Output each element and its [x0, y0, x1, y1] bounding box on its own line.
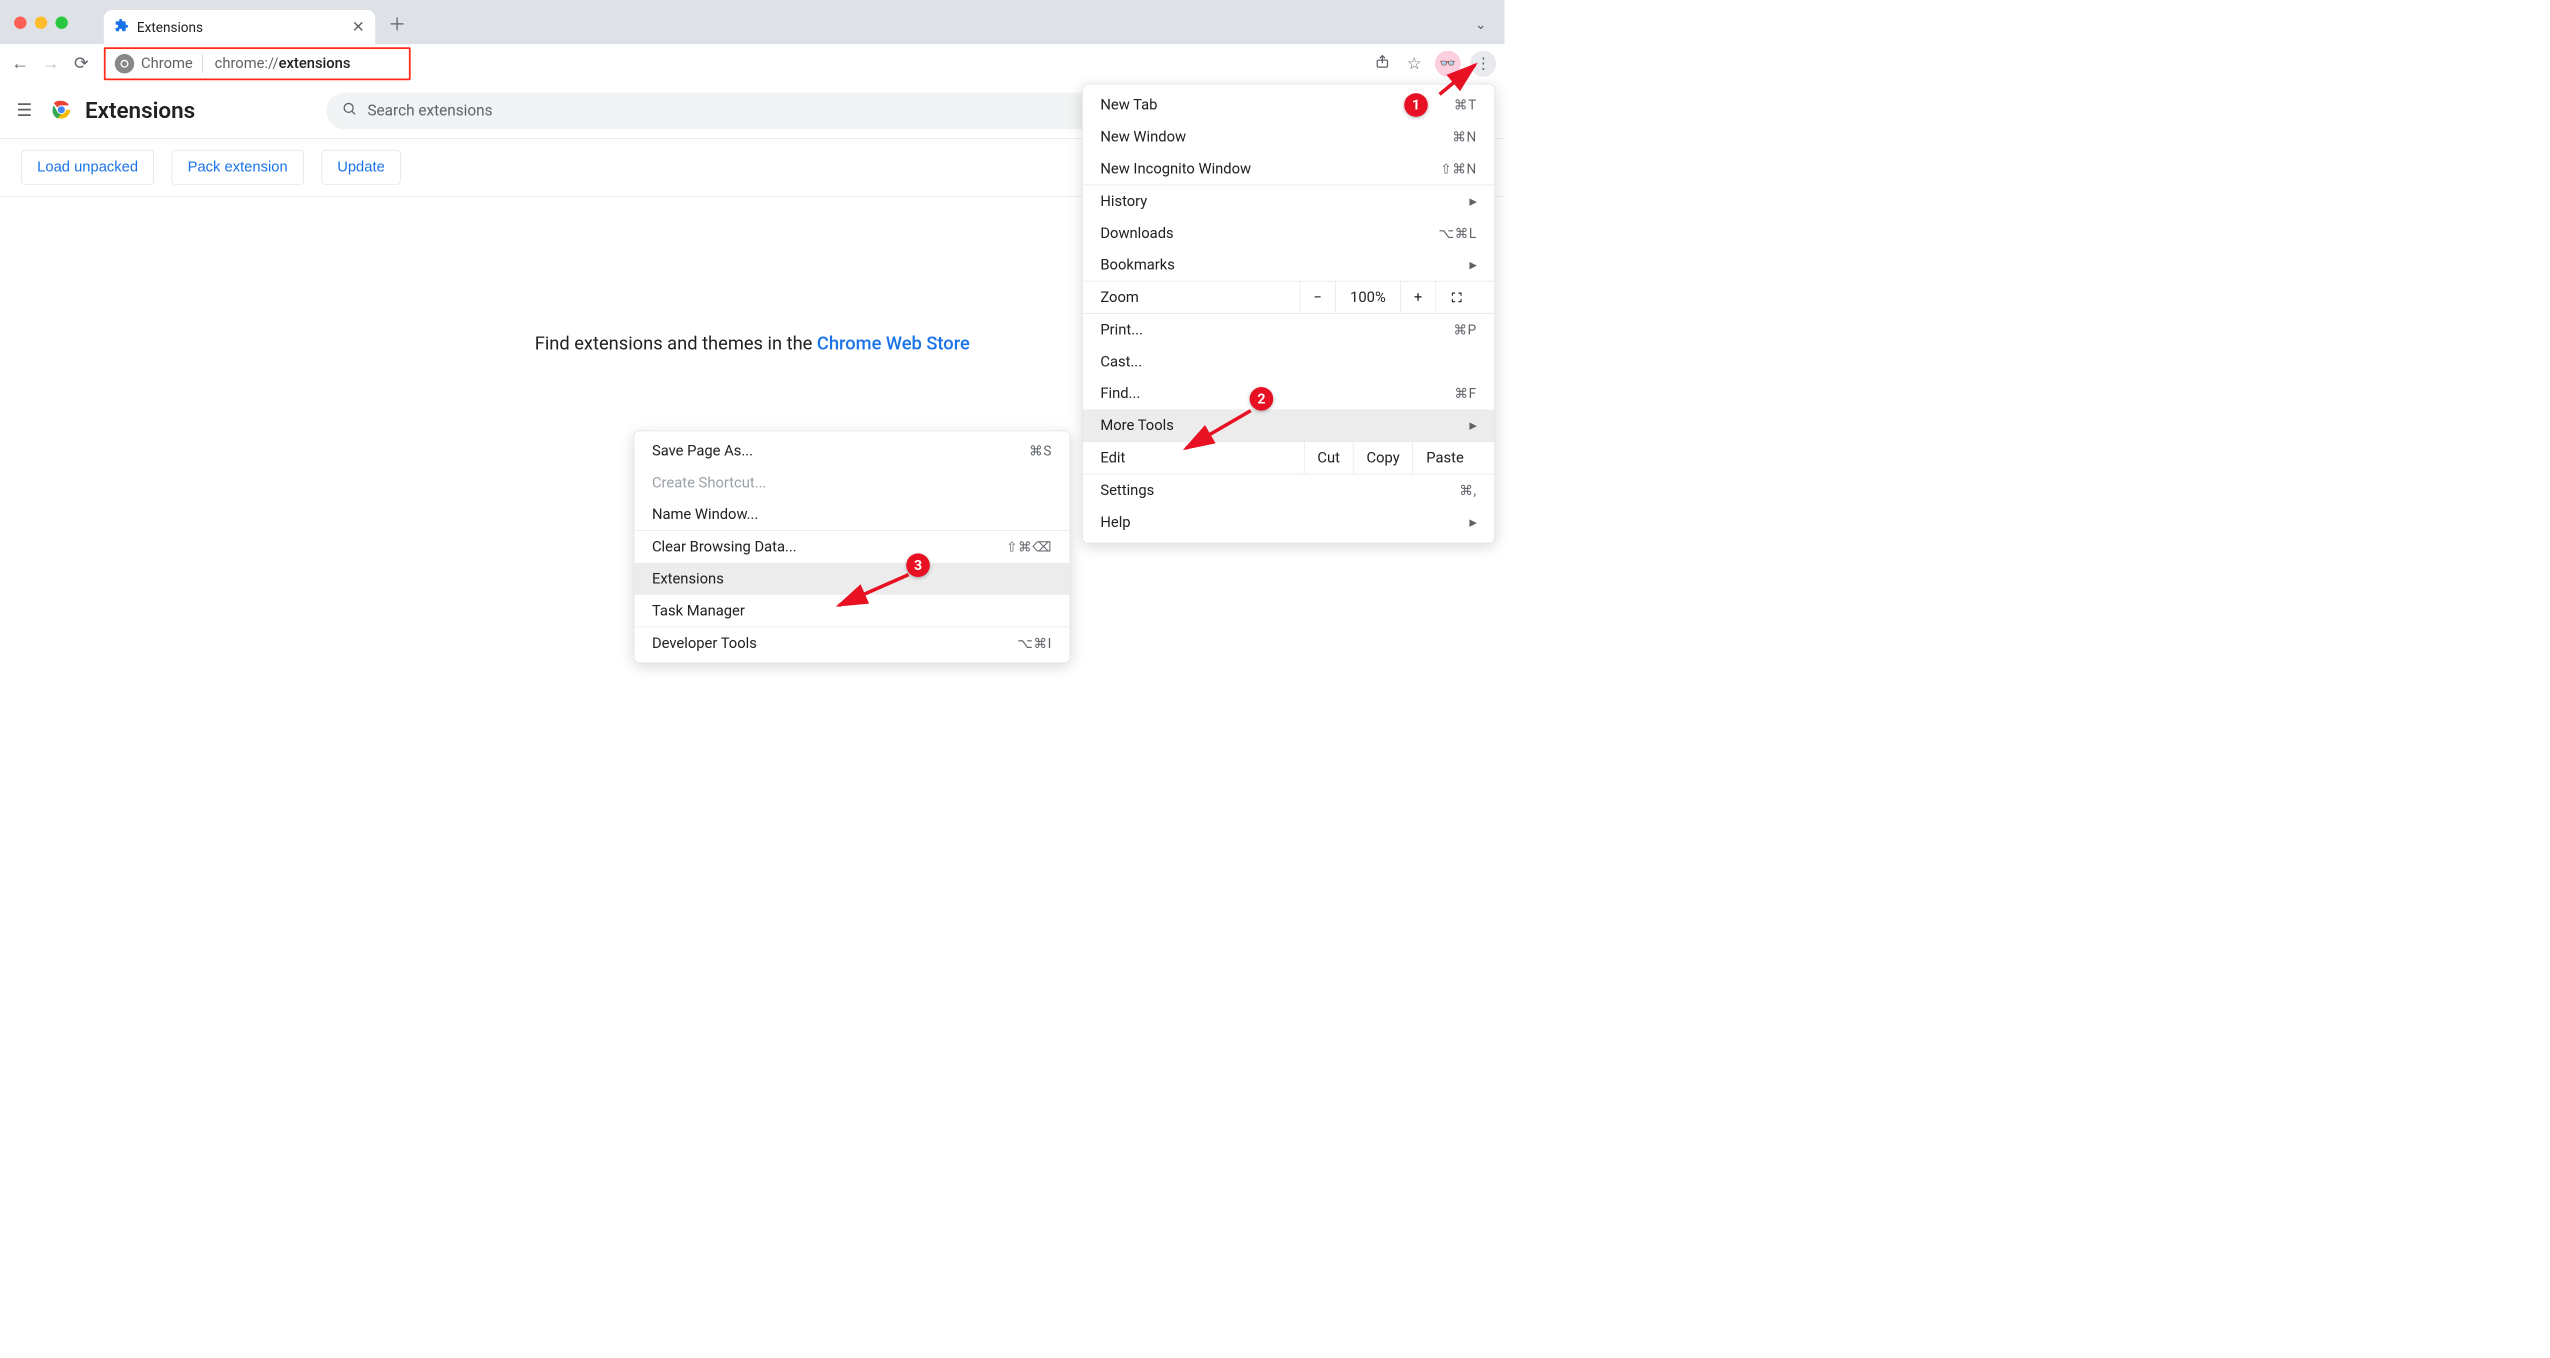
- window-close-button[interactable]: [14, 17, 26, 29]
- back-button[interactable]: ←: [8, 53, 32, 74]
- url-text: chrome://extensions: [215, 55, 351, 72]
- edit-cut[interactable]: Cut: [1304, 442, 1353, 474]
- chevron-right-icon: ▸: [1469, 513, 1476, 531]
- puzzle-piece-icon: [114, 18, 128, 36]
- menu-history[interactable]: History ▸: [1083, 185, 1495, 217]
- chrome-mono-icon: [114, 53, 135, 74]
- menu-print[interactable]: Print... ⌘P: [1083, 314, 1495, 346]
- browser-toolbar: ← → ⟳ Chrome chrome://extensions ☆ 👓 ⋮: [0, 44, 1504, 83]
- bookmark-star-icon[interactable]: ☆: [1403, 54, 1425, 73]
- edit-copy[interactable]: Copy: [1353, 442, 1413, 474]
- load-unpacked-button[interactable]: Load unpacked: [21, 150, 154, 185]
- submenu-developer-tools[interactable]: Developer Tools ⌥⌘I: [634, 627, 1069, 659]
- menu-downloads[interactable]: Downloads ⌥⌘L: [1083, 217, 1495, 249]
- tab-close-icon[interactable]: ✕: [352, 18, 365, 36]
- zoom-out-button[interactable]: −: [1300, 281, 1335, 313]
- chevron-right-icon: ▸: [1469, 417, 1476, 435]
- menu-new-incognito[interactable]: New Incognito Window ⇧⌘N: [1083, 153, 1495, 185]
- menu-new-window[interactable]: New Window ⌘N: [1083, 121, 1495, 153]
- update-button[interactable]: Update: [321, 150, 400, 185]
- menu-icon[interactable]: ☰: [17, 100, 38, 121]
- search-extensions-input[interactable]: Search extensions: [326, 92, 1105, 129]
- more-tools-submenu: Save Page As... ⌘S Create Shortcut... Na…: [634, 431, 1071, 663]
- new-tab-button[interactable]: ＋: [388, 10, 406, 36]
- tab-title: Extensions: [137, 19, 344, 35]
- chip-separator: [202, 54, 203, 73]
- reload-button[interactable]: ⟳: [70, 53, 94, 74]
- share-icon[interactable]: [1371, 54, 1393, 73]
- annotation-callout-2: 2: [1250, 387, 1274, 411]
- menu-bookmarks[interactable]: Bookmarks ▸: [1083, 249, 1495, 281]
- submenu-create-shortcut: Create Shortcut...: [634, 467, 1069, 499]
- submenu-save-page[interactable]: Save Page As... ⌘S: [634, 435, 1069, 467]
- submenu-name-window[interactable]: Name Window...: [634, 499, 1069, 531]
- menu-settings[interactable]: Settings ⌘,: [1083, 474, 1495, 506]
- window-maximize-button[interactable]: [55, 17, 67, 29]
- chevron-right-icon: ▸: [1469, 192, 1476, 210]
- tab-strip: Extensions ✕ ＋ ⌄: [0, 0, 1504, 44]
- chevron-right-icon: ▸: [1469, 256, 1476, 274]
- submenu-extensions[interactable]: Extensions: [634, 563, 1069, 595]
- toolbar-right: ☆ 👓 ⋮: [1371, 50, 1496, 76]
- forward-button[interactable]: →: [39, 53, 63, 74]
- edit-paste[interactable]: Paste: [1413, 442, 1477, 474]
- tab-overflow-icon[interactable]: ⌄: [1475, 16, 1487, 33]
- chrome-web-store-link[interactable]: Chrome Web Store: [817, 332, 970, 354]
- menu-edit: Edit Cut Copy Paste: [1083, 442, 1495, 474]
- chrome-menu-button[interactable]: ⋮: [1470, 50, 1496, 76]
- menu-cast[interactable]: Cast...: [1083, 346, 1495, 378]
- chrome-logo-icon: [51, 99, 72, 123]
- submenu-task-manager[interactable]: Task Manager: [634, 595, 1069, 627]
- profile-avatar[interactable]: 👓: [1435, 50, 1461, 76]
- annotation-callout-1: 1: [1404, 93, 1428, 117]
- page-title: Extensions: [85, 98, 195, 124]
- site-info-chip[interactable]: Chrome: [114, 53, 206, 74]
- window-minimize-button[interactable]: [35, 17, 47, 29]
- zoom-in-button[interactable]: +: [1400, 281, 1435, 313]
- annotation-callout-3: 3: [906, 553, 930, 577]
- submenu-clear-browsing-data[interactable]: Clear Browsing Data... ⇧⌘⌫: [634, 531, 1069, 563]
- address-bar[interactable]: Chrome chrome://extensions: [104, 47, 411, 80]
- fullscreen-icon[interactable]: [1435, 281, 1476, 313]
- menu-zoom: Zoom − 100% +: [1083, 281, 1495, 313]
- window-controls: [14, 17, 68, 29]
- menu-more-tools[interactable]: More Tools ▸: [1083, 409, 1495, 441]
- menu-help[interactable]: Help ▸: [1083, 506, 1495, 538]
- search-icon: [341, 101, 356, 120]
- browser-tab[interactable]: Extensions ✕: [104, 10, 375, 44]
- chrome-main-menu: New Tab ⌘T New Window ⌘N New Incognito W…: [1082, 84, 1495, 544]
- menu-new-tab[interactable]: New Tab ⌘T: [1083, 89, 1495, 121]
- pack-extension-button[interactable]: Pack extension: [172, 150, 304, 185]
- menu-find[interactable]: Find... ⌘F: [1083, 378, 1495, 410]
- zoom-level: 100%: [1335, 281, 1400, 313]
- search-placeholder: Search extensions: [367, 102, 492, 120]
- chip-label: Chrome: [141, 55, 193, 72]
